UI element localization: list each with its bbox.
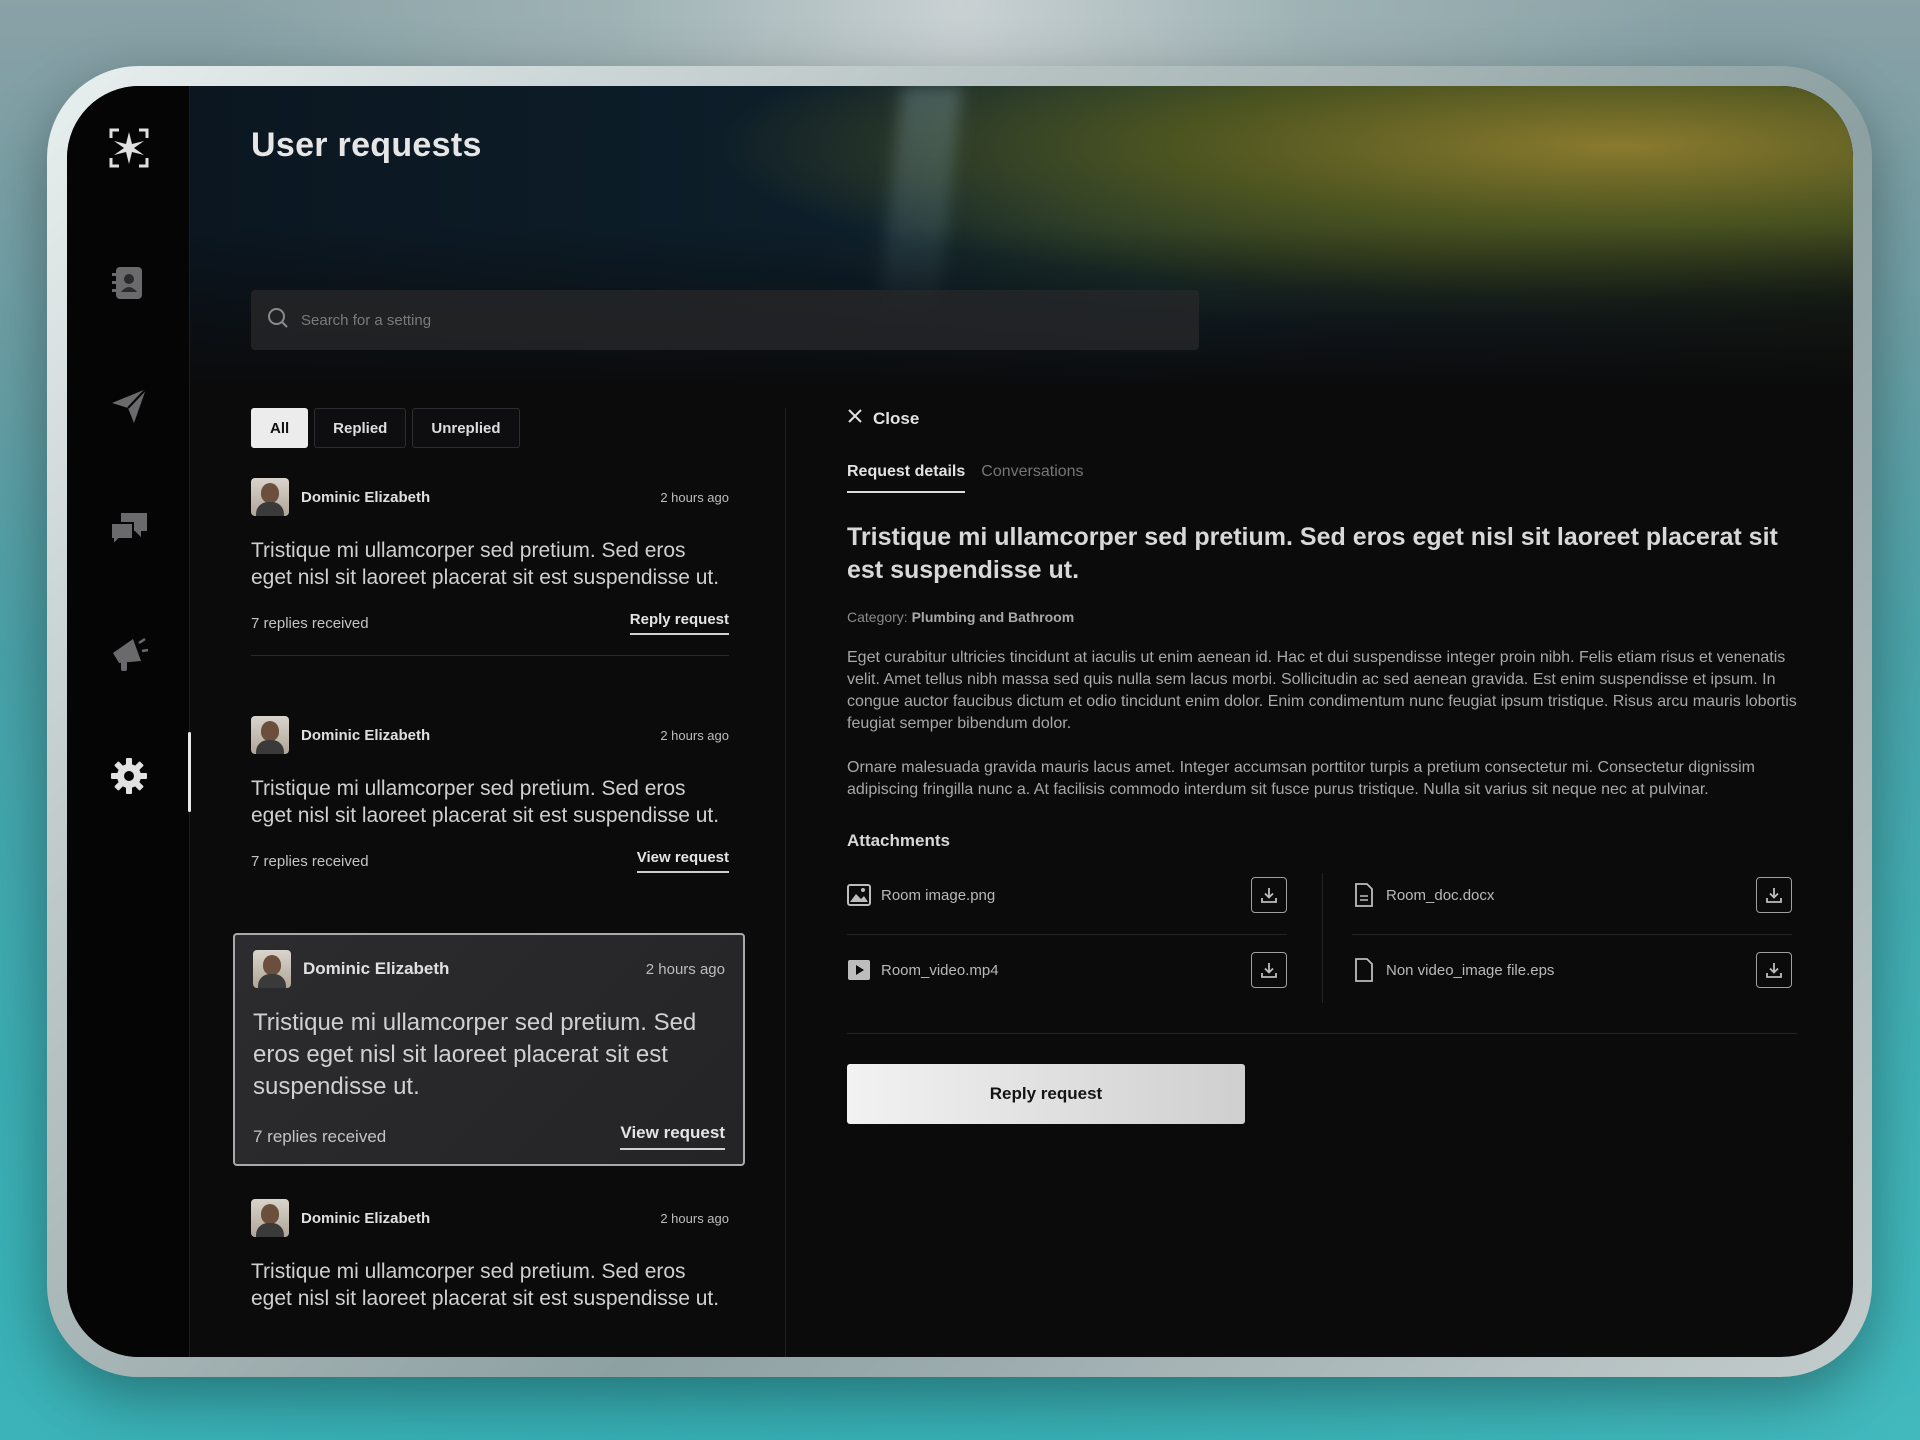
request-category: Category: Plumbing and Bathroom — [847, 609, 1797, 625]
search-icon — [267, 307, 289, 334]
filter-all[interactable]: All — [251, 408, 309, 448]
filter-replied[interactable]: Replied — [314, 408, 407, 448]
request-card[interactable]: Dominic Elizabeth 2 hours ago Tristique … — [251, 477, 729, 656]
category-label: Category: — [847, 609, 908, 625]
download-button[interactable] — [1251, 952, 1287, 988]
megaphone-icon — [109, 635, 149, 678]
attachments-heading: Attachments — [847, 831, 950, 850]
attachments-divider — [1322, 873, 1323, 1003]
tab-conversations[interactable]: Conversations — [981, 463, 1083, 493]
request-time: 2 hours ago — [660, 1210, 729, 1226]
nav-settings[interactable] — [103, 732, 191, 812]
attachment-item[interactable]: Room image.png — [847, 873, 1287, 935]
replies-count: 7 replies received — [251, 852, 369, 870]
requester-name: Dominic Elizabeth — [303, 959, 450, 978]
avatar — [251, 1199, 289, 1237]
category-value: Plumbing and Bathroom — [911, 609, 1075, 625]
nav-chat[interactable] — [103, 506, 155, 558]
tab-request-details[interactable]: Request details — [847, 463, 966, 493]
logo-icon[interactable] — [107, 126, 151, 170]
attachment-name: Room_video.mp4 — [881, 961, 999, 979]
panel-divider — [785, 408, 786, 1357]
avatar — [251, 716, 289, 754]
attachment-name: Non video_image file.eps — [1386, 961, 1555, 979]
divider — [847, 934, 1287, 935]
request-message: Tristique mi ullamcorper sed pretium. Se… — [253, 1009, 697, 1100]
request-card[interactable]: Dominic Elizabeth 2 hours ago Tristique … — [251, 1198, 729, 1312]
divider — [847, 1033, 1797, 1034]
divider — [251, 655, 729, 656]
download-icon — [1766, 963, 1782, 978]
search-bar[interactable] — [251, 290, 1199, 350]
avatar — [253, 950, 291, 988]
video-file-icon — [847, 958, 871, 982]
page-title: User requests — [251, 126, 482, 164]
attachment-name: Room image.png — [881, 886, 996, 904]
nav-send[interactable] — [103, 382, 155, 434]
sidebar — [67, 86, 191, 1357]
divider — [1352, 934, 1792, 935]
request-card-selected[interactable]: Dominic Elizabeth 2 hours ago Tristique … — [233, 933, 745, 1166]
image-file-icon — [847, 883, 871, 907]
request-detail-panel: Close Request details Conversations Tris… — [847, 408, 1797, 1124]
view-request-link[interactable]: View request — [620, 1123, 725, 1150]
request-description-2: Ornare malesuada gravida mauris lacus am… — [847, 759, 1755, 798]
download-icon — [1261, 963, 1277, 978]
download-button[interactable] — [1251, 877, 1287, 913]
replies-count: 7 replies received — [251, 614, 369, 632]
send-icon — [110, 387, 148, 430]
request-message: Tristique mi ullamcorper sed pretium. Se… — [251, 777, 720, 827]
requester-name: Dominic Elizabeth — [301, 488, 431, 506]
close-icon — [847, 408, 863, 429]
request-title: Tristique mi ullamcorper sed pretium. Se… — [847, 523, 1778, 584]
chat-icon — [109, 511, 149, 554]
nav-contacts[interactable] — [103, 259, 155, 311]
attachment-name: Room_doc.docx — [1386, 886, 1495, 904]
avatar — [251, 478, 289, 516]
reply-request-link[interactable]: Reply request — [629, 611, 729, 635]
attachment-item[interactable]: Non video_image file.eps — [1352, 948, 1792, 992]
settings-icon — [110, 757, 148, 800]
replies-count: 7 replies received — [253, 1126, 387, 1146]
detail-tabs: Request details Conversations — [847, 463, 1797, 493]
file-icon — [1352, 958, 1376, 982]
requester-name: Dominic Elizabeth — [301, 726, 431, 744]
download-button[interactable] — [1756, 877, 1792, 913]
request-time: 2 hours ago — [645, 960, 725, 978]
request-message: Tristique mi ullamcorper sed pretium. Se… — [251, 539, 720, 589]
reply-request-button[interactable]: Reply request — [847, 1064, 1245, 1124]
download-icon — [1261, 888, 1277, 903]
request-time: 2 hours ago — [660, 489, 729, 505]
filter-tabs: All Replied Unreplied — [251, 408, 520, 448]
nav-announcements[interactable] — [103, 630, 155, 682]
request-card[interactable]: Dominic Elizabeth 2 hours ago Tristique … — [251, 715, 729, 873]
requester-name: Dominic Elizabeth — [301, 1209, 431, 1227]
view-request-link[interactable]: View request — [636, 849, 729, 873]
search-input[interactable] — [301, 311, 1161, 329]
app-screen: User requests All Replied Unreplied Domi… — [67, 86, 1853, 1357]
document-file-icon — [1352, 883, 1376, 907]
contacts-icon — [112, 265, 146, 306]
request-description-1: Eget curabitur ultricies tincidunt at ia… — [847, 649, 1797, 732]
attachments-list: Room image.png Room_doc.docx Room_video.… — [847, 873, 1797, 1003]
request-message: Tristique mi ullamcorper sed pretium. Se… — [251, 1260, 720, 1310]
attachment-item[interactable]: Room_video.mp4 — [847, 948, 1287, 992]
close-label: Close — [873, 408, 920, 428]
close-button[interactable]: Close — [847, 408, 1797, 429]
request-time: 2 hours ago — [660, 727, 729, 743]
attachment-item[interactable]: Room_doc.docx — [1352, 873, 1792, 935]
filter-unreplied[interactable]: Unreplied — [412, 408, 520, 448]
download-icon — [1766, 888, 1782, 903]
download-button[interactable] — [1756, 952, 1792, 988]
